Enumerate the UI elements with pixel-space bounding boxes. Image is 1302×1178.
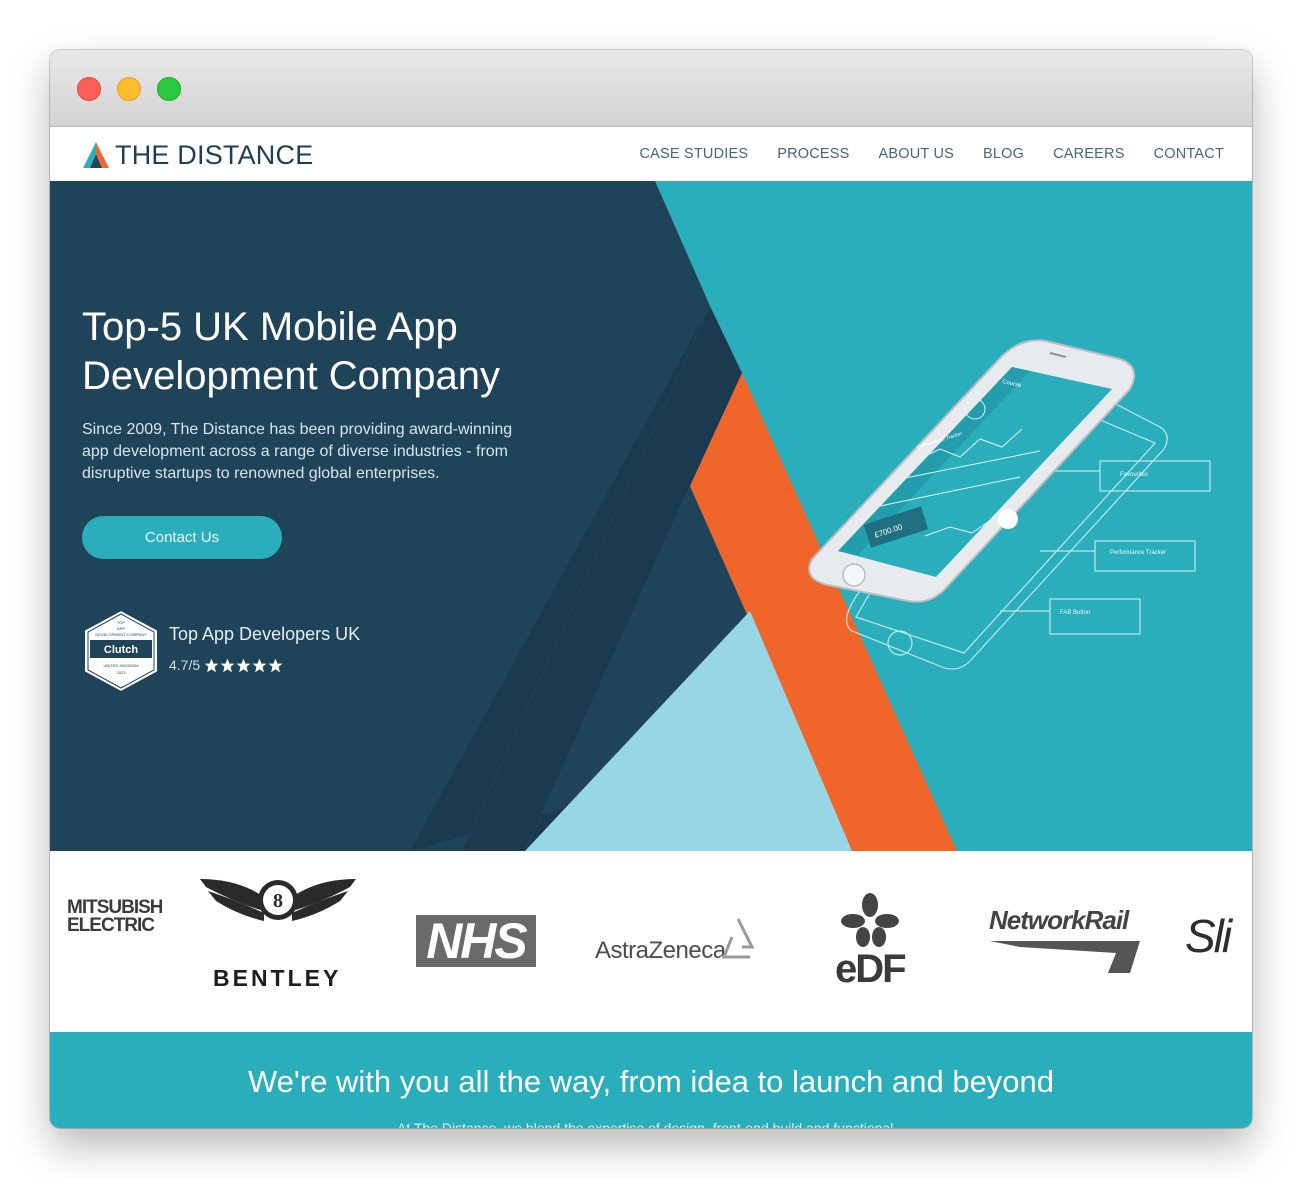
logo-nhs: NHS <box>416 915 536 967</box>
star-icon <box>220 658 235 672</box>
svg-text:8: 8 <box>273 890 283 912</box>
hero-title-line-1: Top-5 UK Mobile App <box>82 305 458 349</box>
star-icon <box>236 658 251 672</box>
logo-astrazeneca-mark-icon <box>721 918 755 959</box>
clutch-badge-icon[interactable]: TOP APP DEVELOPMENT COMPANY Clutch UNITE… <box>82 609 160 693</box>
phone-illustration: Favourites Performance Tracker FAB Butto… <box>808 339 1211 670</box>
logo-mark-icon <box>83 142 109 168</box>
callout-favourites: Favourites <box>1120 472 1148 478</box>
client-logos: MITSUBISHI ELECTRIC 8 BENTLEY NHS AstraZ… <box>50 851 1252 1032</box>
callout-fab-button: FAB Button <box>1060 610 1090 616</box>
logo-bentley-wings-icon: 8 <box>200 879 356 921</box>
intro-band-subtitle: At The Distance, we blend the expertise … <box>397 1120 905 1128</box>
rating-stars <box>204 658 283 673</box>
browser-window: THE DISTANCE CASE STUDIES PROCESS ABOUT … <box>50 50 1252 1128</box>
badge-top-text: TOP <box>117 620 125 625</box>
star-icon <box>268 658 283 672</box>
star-icon <box>204 658 219 672</box>
callout-performance-tracker: Performance Tracker <box>1110 550 1166 556</box>
clutch-score: 4.7/5 <box>169 657 201 673</box>
logo-edf-flower-icon <box>841 893 899 947</box>
logo-network-rail-arrow-icon <box>990 941 1140 973</box>
intro-band-title: We're with you all the way, from idea to… <box>247 1064 1055 1099</box>
logo-bentley: BENTLEY <box>213 965 342 991</box>
badge-year-text: 2023 <box>117 670 127 675</box>
clutch-title: Top App Developers UK <box>169 624 361 644</box>
logo-astrazeneca: AstraZeneca <box>595 937 726 964</box>
close-window-button[interactable] <box>77 77 101 101</box>
contact-us-button[interactable]: Contact Us <box>82 516 282 559</box>
logo-edf: eDF <box>835 947 907 991</box>
logo-mitsubishi-electric: MITSUBISHI ELECTRIC <box>67 899 162 935</box>
hero-description: Since 2009, The Distance has been provid… <box>82 421 513 482</box>
hero-title: Top-5 UK Mobile App Development Company <box>82 303 602 401</box>
zoom-window-button[interactable] <box>157 77 181 101</box>
page-viewport: THE DISTANCE CASE STUDIES PROCESS ABOUT … <box>50 127 1252 1128</box>
logo-slimming-world: Sli <box>1185 910 1232 962</box>
logo-text: THE DISTANCE <box>115 139 314 170</box>
nav-link-contact[interactable]: CONTACT <box>1154 146 1224 162</box>
logo-network-rail: NetworkRail <box>989 905 1129 935</box>
top-navigation: THE DISTANCE CASE STUDIES PROCESS ABOUT … <box>50 127 1252 181</box>
badge-category-text: DEVELOPMENT COMPANY <box>95 632 147 637</box>
intro-band: We're with you all the way, from idea to… <box>50 1032 1252 1128</box>
nav-link-process[interactable]: PROCESS <box>777 146 849 162</box>
clutch-rating: 4.7/5 <box>169 657 283 673</box>
minimize-window-button[interactable] <box>117 77 141 101</box>
site-logo[interactable]: THE DISTANCE <box>82 140 313 170</box>
hero-section: Top-5 UK Mobile App Development Company … <box>50 181 1252 851</box>
badge-brand-text: Clutch <box>104 644 139 656</box>
badge-app-text: APP <box>117 626 125 631</box>
window-titlebar <box>50 50 1252 127</box>
nav-link-case-studies[interactable]: CASE STUDIES <box>639 146 748 162</box>
nav-link-blog[interactable]: BLOG <box>983 146 1024 162</box>
nav-link-about-us[interactable]: ABOUT US <box>879 146 954 162</box>
nav-link-careers[interactable]: CAREERS <box>1053 146 1125 162</box>
star-icon <box>252 658 267 672</box>
hero-title-line-2: Development Company <box>82 354 500 398</box>
badge-country-text: UNITED KINGDOM <box>103 663 138 668</box>
main-menu: CASE STUDIES PROCESS ABOUT US BLOG CAREE… <box>639 146 1224 162</box>
